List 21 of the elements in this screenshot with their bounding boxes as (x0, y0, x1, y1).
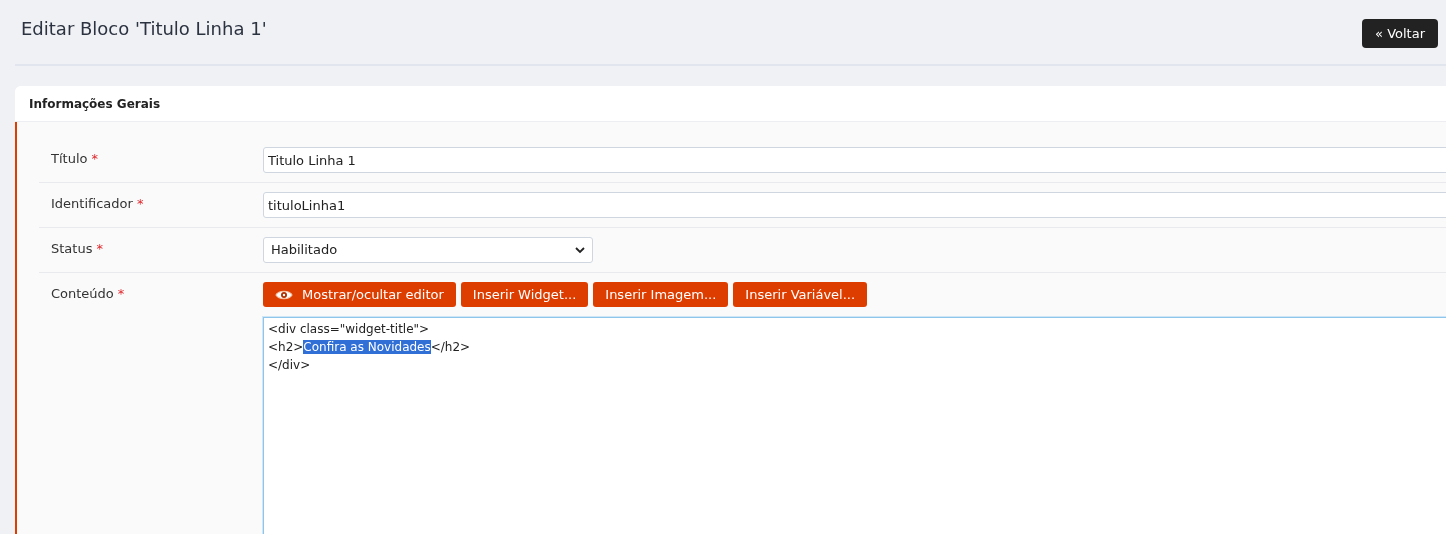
toolbar-button[interactable]: Inserir Imagem... (593, 282, 729, 307)
code-textarea[interactable]: <div class="widget-title"> <h2>Confira as Novidades</h2> </div> (263, 317, 1446, 534)
back-button[interactable]: « Voltar (1362, 19, 1438, 48)
toolbar-button[interactable]: Mostrar/ocultar editor (263, 282, 456, 307)
text-input[interactable]: Titulo Linha 1 (263, 147, 1446, 173)
toolbar-button[interactable]: Inserir Variável... (733, 282, 868, 307)
required-asterisk: * (117, 285, 125, 303)
eye-icon (275, 288, 293, 301)
field-label: Identificador (51, 195, 133, 213)
required-asterisk: * (91, 150, 98, 168)
field-label: Conteúdo (51, 285, 114, 303)
field-label: Status (51, 240, 93, 258)
card-title: Informações Gerais (29, 95, 161, 113)
required-asterisk: * (136, 195, 144, 213)
text-input[interactable]: tituloLinha1 (263, 192, 1446, 218)
field-label: Título (51, 150, 88, 168)
page-title: Editar Bloco 'Titulo Linha 1' (21, 17, 267, 41)
required-asterisk: * (96, 240, 103, 258)
status-select[interactable]: Habilitado (263, 237, 593, 263)
toolbar-button[interactable]: Inserir Widget... (460, 282, 589, 307)
chevron-down-icon (575, 246, 585, 254)
